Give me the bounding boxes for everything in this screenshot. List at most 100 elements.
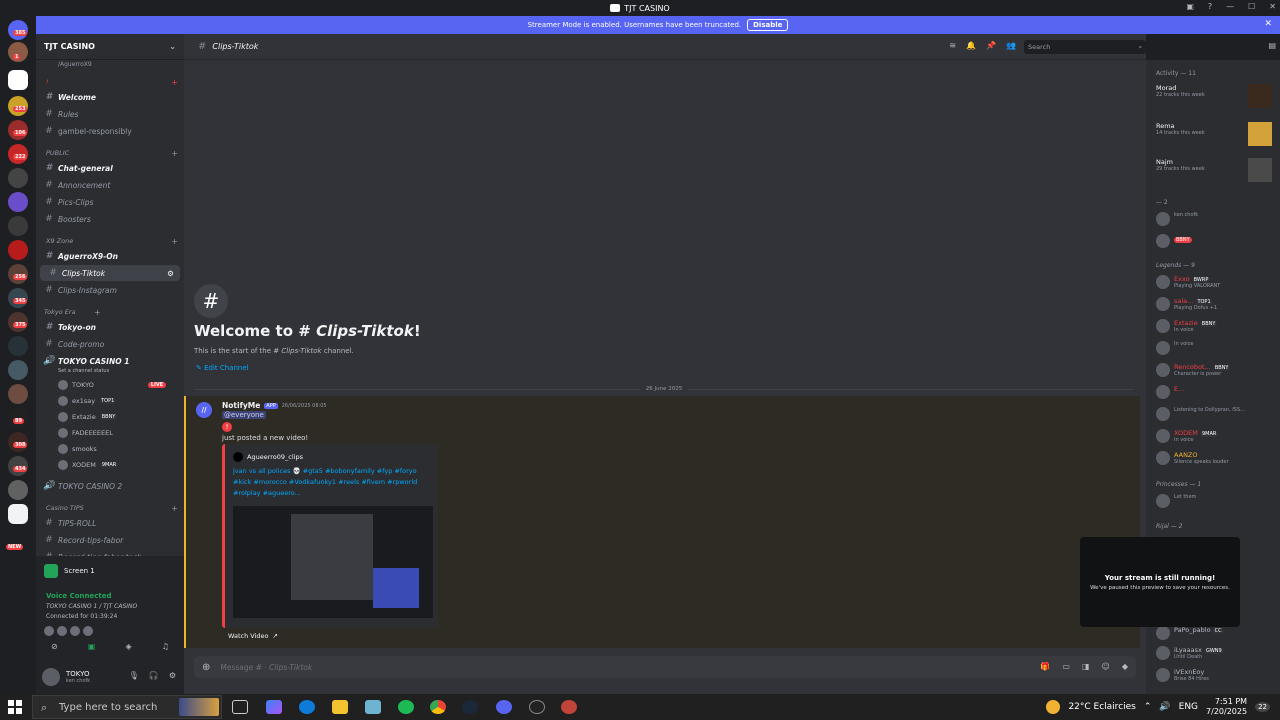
voice-user[interactable]: XODEM 9MAR <box>58 460 119 470</box>
server-icon[interactable] <box>8 216 28 236</box>
channel-annoncement[interactable]: # Annoncement <box>36 177 184 193</box>
app-icon[interactable] <box>529 700 545 714</box>
member-item[interactable]: sala... TOP1 Playing Dofus +1 <box>1156 297 1217 311</box>
task-view-icon[interactable] <box>232 700 248 714</box>
member-item[interactable]: Rencobot... BBNY Character is power <box>1156 363 1231 377</box>
member-item[interactable]: Listening to Dollypran, ISS... <box>1156 407 1245 421</box>
server-icon-active[interactable] <box>8 70 28 90</box>
member-item[interactable]: In voice <box>1156 341 1193 355</box>
embed-video-thumbnail[interactable] <box>233 506 433 618</box>
edge-icon[interactable] <box>299 700 315 714</box>
emoji-icon[interactable]: ☺ <box>1102 662 1110 671</box>
channel-aguerro[interactable]: # AguerroX9-On <box>36 248 184 264</box>
gift-icon[interactable]: 🎁 <box>1040 662 1050 671</box>
member-item[interactable]: Extazie BBNY In voice <box>1156 319 1218 333</box>
stream-paused-popup[interactable]: Your stream is still running! We've paus… <box>1080 537 1240 627</box>
server-icon[interactable] <box>8 336 28 356</box>
disable-camera-icon[interactable]: ⊘ <box>51 642 58 651</box>
category-x9[interactable]: X9 Zone + <box>36 233 184 249</box>
mention[interactable]: @everyone <box>222 411 266 419</box>
message-input[interactable]: ⊕ Message # · Clips-Tiktok 🎁 ▭ ◨ ☺ ◆ <box>194 656 1136 678</box>
channel-welcome[interactable]: # Welcome <box>36 89 184 105</box>
member-item[interactable]: Exxo BWRP Playing VALORANT <box>1156 275 1220 289</box>
copilot-icon[interactable] <box>266 700 282 714</box>
channel-tips-roll[interactable]: # TIPS-ROLL <box>36 515 184 531</box>
store-icon[interactable] <box>365 700 381 714</box>
spotify-icon[interactable] <box>398 700 414 714</box>
search-input[interactable]: Search ⌕ <box>1024 40 1146 54</box>
pin-icon[interactable]: 📌 <box>986 41 996 50</box>
file-explorer-icon[interactable] <box>332 700 348 714</box>
activity-item[interactable]: Morad 22 tracks this week <box>1156 84 1274 108</box>
minimize-button[interactable]: — <box>1226 2 1234 11</box>
channel-tokyo-on[interactable]: # Tokyo-on <box>36 319 184 335</box>
voice-location[interactable]: TOKYO CASINO 1 / TJT CASINO <box>46 603 137 610</box>
member-item[interactable]: Let them <box>1156 494 1196 508</box>
category-tokyo[interactable]: Tokyo Era + <box>36 304 184 320</box>
steam-icon[interactable] <box>462 700 478 714</box>
channel-clips-tiktok[interactable]: # Clips-Tiktok ⚙ <box>40 265 180 281</box>
members-icon[interactable]: 👥 <box>1006 41 1016 50</box>
taskbar-search[interactable]: ⌕ Type here to search <box>32 695 222 719</box>
edit-channel-link[interactable]: ✎ Edit Channel <box>196 364 249 372</box>
sticker-icon[interactable]: ◨ <box>1082 662 1090 671</box>
voice-user[interactable]: ex1say TOP1 <box>58 396 117 406</box>
add-channel-icon[interactable]: + <box>171 504 178 513</box>
embed-description[interactable]: jvan vs all polices 💀 #gta5 #bobonyfamil… <box>233 466 433 499</box>
member-item[interactable]: AANZO Silence speaks louder <box>1156 451 1229 465</box>
user-avatar[interactable] <box>42 668 60 686</box>
server-icon[interactable] <box>8 480 28 500</box>
apps-icon[interactable]: ◆ <box>1122 662 1128 671</box>
member-item[interactable]: iLyaaasx GWN9 Until Death <box>1156 646 1224 660</box>
settings-icon[interactable]: ⚙ <box>167 269 174 278</box>
soundboard-icon[interactable]: ♫ <box>162 642 169 651</box>
member-item[interactable]: PaPo_pablo CC <box>1156 626 1224 640</box>
clock[interactable]: 7:51 PM 7/20/2025 <box>1206 697 1247 717</box>
help-icon[interactable]: ? <box>1208 2 1212 11</box>
category-uncat[interactable]: ! + <box>36 74 184 90</box>
channel-gambel[interactable]: # gambel-responsibly <box>36 123 184 139</box>
message-author[interactable]: NotifyMe <box>222 401 260 410</box>
category-public[interactable]: PUBLIC + <box>36 145 184 161</box>
close-button[interactable]: ✕ <box>1269 2 1276 11</box>
add-channel-icon[interactable]: + <box>171 149 178 158</box>
embed-author[interactable]: Agueerro09_clips <box>233 452 303 462</box>
voice-channel-tokyo-1[interactable]: 🔊 TOKYO CASINO 1 <box>36 353 184 369</box>
app-icon[interactable] <box>561 700 577 714</box>
screen-share[interactable]: Screen 1 <box>44 564 95 578</box>
member-item[interactable]: XODEM 9MAR In voice <box>1156 429 1219 443</box>
discord-icon[interactable] <box>496 700 512 714</box>
add-attachment-icon[interactable]: ⊕ <box>202 662 210 673</box>
member-item[interactable]: E... <box>1156 385 1184 399</box>
server-icon[interactable] <box>8 192 28 212</box>
threads-icon[interactable]: ≋ <box>949 41 956 50</box>
server-icon[interactable] <box>8 504 28 524</box>
activity-item[interactable]: Najm 29 tracks this week <box>1156 158 1274 182</box>
headphones-icon[interactable]: 🎧 <box>149 671 159 680</box>
channel-record-tips[interactable]: # Record-tips-fabor <box>36 532 184 548</box>
chrome-icon[interactable] <box>430 700 446 714</box>
gif-icon[interactable]: ▭ <box>1062 662 1070 671</box>
add-channel-icon[interactable]: + <box>171 237 178 246</box>
user-info[interactable]: TOKYO ken chofk <box>66 670 90 684</box>
channel-chat-general[interactable]: # Chat-general <box>36 160 184 176</box>
activity-item[interactable]: Rema 14 tracks this week <box>1156 122 1274 146</box>
add-channel-icon[interactable]: + <box>171 78 178 87</box>
inbox-icon[interactable]: ▤ <box>1268 41 1276 50</box>
channel-pics-clips[interactable]: # Pics-Clips <box>36 194 184 210</box>
server-icon[interactable] <box>8 360 28 380</box>
share-screen-icon[interactable]: ▣ <box>88 642 96 651</box>
channel-rules[interactable]: # Rules <box>36 106 184 122</box>
member-item[interactable]: ken chofk <box>1156 212 1198 226</box>
add-channel-icon[interactable]: + <box>94 308 101 317</box>
voice-user[interactable]: FADEEEEEEL <box>58 428 113 438</box>
message-avatar[interactable]: // <box>196 402 212 418</box>
member-item[interactable]: BBNY <box>1156 234 1192 248</box>
channel-code-promo[interactable]: # Code-promo <box>36 336 184 352</box>
volume-icon[interactable]: 🔊 <box>1159 702 1170 712</box>
disable-streamer-button[interactable]: Disable <box>747 19 789 31</box>
mic-icon[interactable]: 🎙 <box>129 671 139 680</box>
voice-status[interactable]: Set a channel status <box>58 368 109 374</box>
voice-user[interactable]: TOKYO LIVE <box>58 380 167 390</box>
inbox-icon[interactable]: ▣ <box>1186 2 1194 11</box>
